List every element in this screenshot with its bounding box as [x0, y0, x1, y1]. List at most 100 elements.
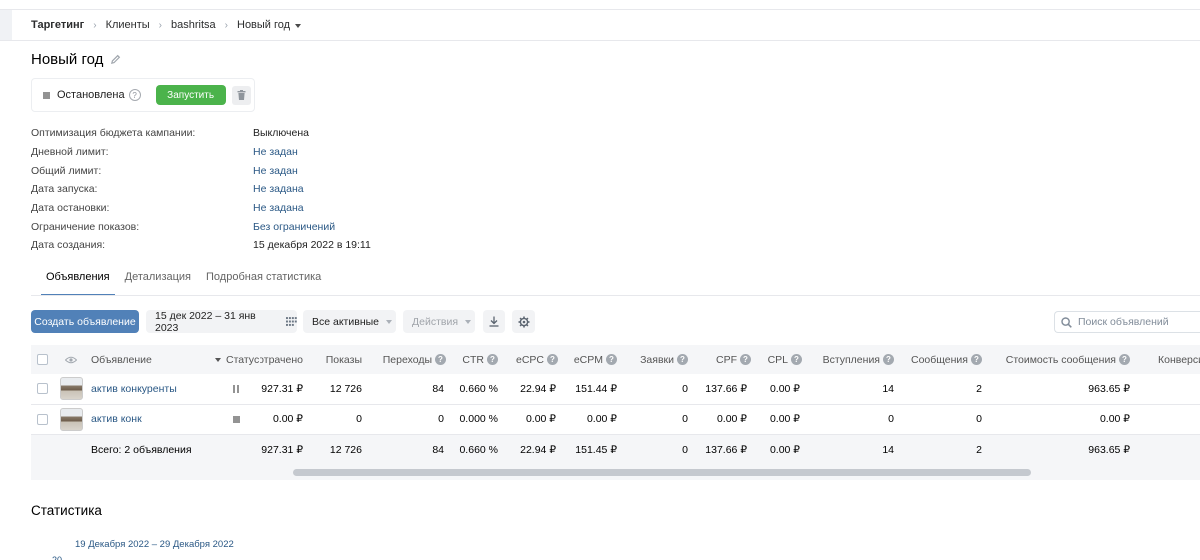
header-ad[interactable]: Объявление: [91, 345, 152, 374]
total-cpf: 137.66 ₽: [705, 444, 747, 457]
breadcrumb-item-clients[interactable]: Клиенты: [106, 19, 150, 31]
download-button[interactable]: [483, 310, 505, 333]
row-checkbox[interactable]: [37, 413, 48, 425]
chevron-down-icon: [465, 319, 472, 324]
property-value-link[interactable]: Не задана: [253, 183, 304, 195]
ad-name-link[interactable]: актив конк: [91, 413, 142, 425]
cell-joins: 14: [882, 382, 894, 395]
header-leads-label: Заявки: [640, 353, 674, 366]
help-icon[interactable]: ?: [740, 354, 751, 365]
header-joins[interactable]: Вступления?: [802, 345, 894, 374]
ad-name-cell: актив конкуренты: [91, 374, 177, 404]
header-ecpm-label: eCPM: [573, 353, 603, 366]
ad-thumbnail-cell: [60, 405, 83, 435]
property-value-link[interactable]: Не задана: [253, 202, 304, 214]
calendar-grid-icon: [286, 317, 297, 326]
actions-dropdown[interactable]: Действия: [403, 310, 475, 333]
breadcrumb-item-targeting[interactable]: Таргетинг: [31, 19, 84, 31]
header-leads[interactable]: Заявки?: [617, 345, 688, 374]
chevron-down-icon[interactable]: [295, 23, 302, 28]
stop-icon[interactable]: [233, 415, 240, 423]
eye-icon[interactable]: [65, 356, 77, 364]
ad-thumbnail[interactable]: [60, 407, 83, 431]
row-select-cell: [37, 374, 48, 404]
help-icon[interactable]: ?: [883, 354, 894, 365]
cell-message-cost: 963.65 ₽: [1088, 382, 1130, 395]
status-filter-dropdown[interactable]: Все активные: [303, 310, 396, 333]
breadcrumb-item-client[interactable]: bashritsa: [171, 19, 216, 31]
property-value-link[interactable]: Не задан: [253, 165, 298, 177]
help-icon[interactable]: ?: [677, 354, 688, 365]
header-conversions[interactable]: Конверсии: [1158, 345, 1200, 374]
cell-clicks: 0: [438, 413, 444, 426]
property-value-link[interactable]: Не задан: [253, 146, 298, 158]
select-all-checkbox[interactable]: [37, 354, 48, 365]
help-icon[interactable]: ?: [1119, 354, 1130, 365]
ad-name-link[interactable]: актив конкуренты: [91, 383, 177, 395]
date-range-picker[interactable]: 15 дек 2022 – 31 янв 2023: [146, 310, 297, 334]
breadcrumb: Таргетинг › Клиенты › bashritsa › Новый …: [31, 18, 302, 32]
tab-bar: Объявления Детализация Подробная статист…: [41, 262, 331, 296]
run-button[interactable]: Запустить: [155, 85, 226, 105]
pause-icon[interactable]: [233, 384, 239, 393]
stop-icon: [43, 91, 50, 99]
cell-ecpc: 0.00 ₽: [525, 413, 556, 426]
help-icon[interactable]: ?: [128, 89, 141, 101]
tab-details[interactable]: Детализация: [120, 262, 196, 296]
total-message-cost: 963.65 ₽: [1088, 444, 1130, 457]
help-icon[interactable]: ?: [791, 354, 802, 365]
table-horizontal-scrollbar[interactable]: [31, 466, 1200, 480]
help-icon[interactable]: ?: [606, 354, 617, 365]
status-text: Остановлена: [57, 89, 125, 101]
property-value: Выключена: [253, 127, 309, 140]
help-icon[interactable]: ?: [435, 354, 446, 365]
header-message-cost-label: Стоимость сообщения: [1005, 353, 1116, 366]
tab-ads[interactable]: Объявления: [41, 262, 115, 296]
search-box[interactable]: [1054, 311, 1200, 333]
help-icon[interactable]: ?: [971, 354, 982, 365]
property-row: Ограничение показов: Без ограничений: [31, 217, 371, 236]
ad-name-cell: актив конк: [91, 405, 142, 435]
total-impressions: 12 726: [329, 444, 362, 457]
header-ecpc[interactable]: eCPC?: [498, 345, 558, 374]
header-status[interactable]: Статус: [215, 345, 259, 374]
delete-button[interactable]: [231, 85, 251, 105]
stats-date-range[interactable]: 19 Декабря 2022 – 29 Декабря 2022: [75, 539, 234, 550]
breadcrumb-item-campaign[interactable]: Новый год: [237, 19, 290, 31]
property-label: Ограничение показов:: [31, 220, 140, 233]
cell-ecpc: 22.94 ₽: [520, 382, 556, 395]
cell-cpl: 0.00 ₽: [769, 413, 800, 426]
ads-toolbar: Создать объявление 15 дек 2022 – 31 янв …: [31, 310, 1200, 334]
header-messages[interactable]: Сообщения?: [894, 345, 982, 374]
cell-ecpm: 0.00 ₽: [586, 413, 617, 426]
left-sidebar-edge: [0, 10, 12, 40]
header-cpf[interactable]: CPF?: [688, 345, 751, 374]
breadcrumb-separator: ›: [93, 19, 97, 31]
header-message-cost[interactable]: Стоимость сообщения?: [982, 345, 1130, 374]
total-messages: 2: [976, 444, 982, 457]
pencil-icon[interactable]: [110, 54, 121, 65]
header-impressions[interactable]: Показы: [303, 345, 362, 374]
property-label: Дневной лимит:: [31, 146, 109, 159]
scrollbar-thumb[interactable]: [293, 469, 1031, 476]
ad-thumbnail[interactable]: [60, 377, 83, 401]
settings-button[interactable]: [512, 310, 535, 333]
row-checkbox[interactable]: [37, 383, 48, 395]
create-ad-button[interactable]: Создать объявление: [31, 310, 139, 333]
table-total-row: Всего: 2 объявления 927.31 ₽ 12 726 84 0…: [31, 435, 1200, 466]
help-icon[interactable]: ?: [547, 354, 558, 365]
property-value: 15 декабря 2022 в 19:11: [253, 239, 371, 252]
cell-joins: 0: [888, 413, 894, 426]
header-spent[interactable]: Потрачено: [260, 345, 303, 374]
header-ctr[interactable]: CTR?: [446, 345, 498, 374]
header-ecpm[interactable]: eCPM?: [558, 345, 617, 374]
header-cpl[interactable]: CPL?: [751, 345, 802, 374]
select-all-cell: [37, 345, 48, 374]
header-clicks[interactable]: Переходы?: [362, 345, 446, 374]
property-row: Дата создания: 15 декабря 2022 в 19:11: [31, 236, 371, 255]
property-value-link[interactable]: Без ограничений: [253, 221, 335, 233]
search-input[interactable]: [1078, 316, 1198, 328]
help-icon[interactable]: ?: [487, 354, 498, 365]
cell-ctr: 0.660 %: [459, 382, 498, 395]
tab-detailed-stats[interactable]: Подробная статистика: [201, 262, 326, 296]
